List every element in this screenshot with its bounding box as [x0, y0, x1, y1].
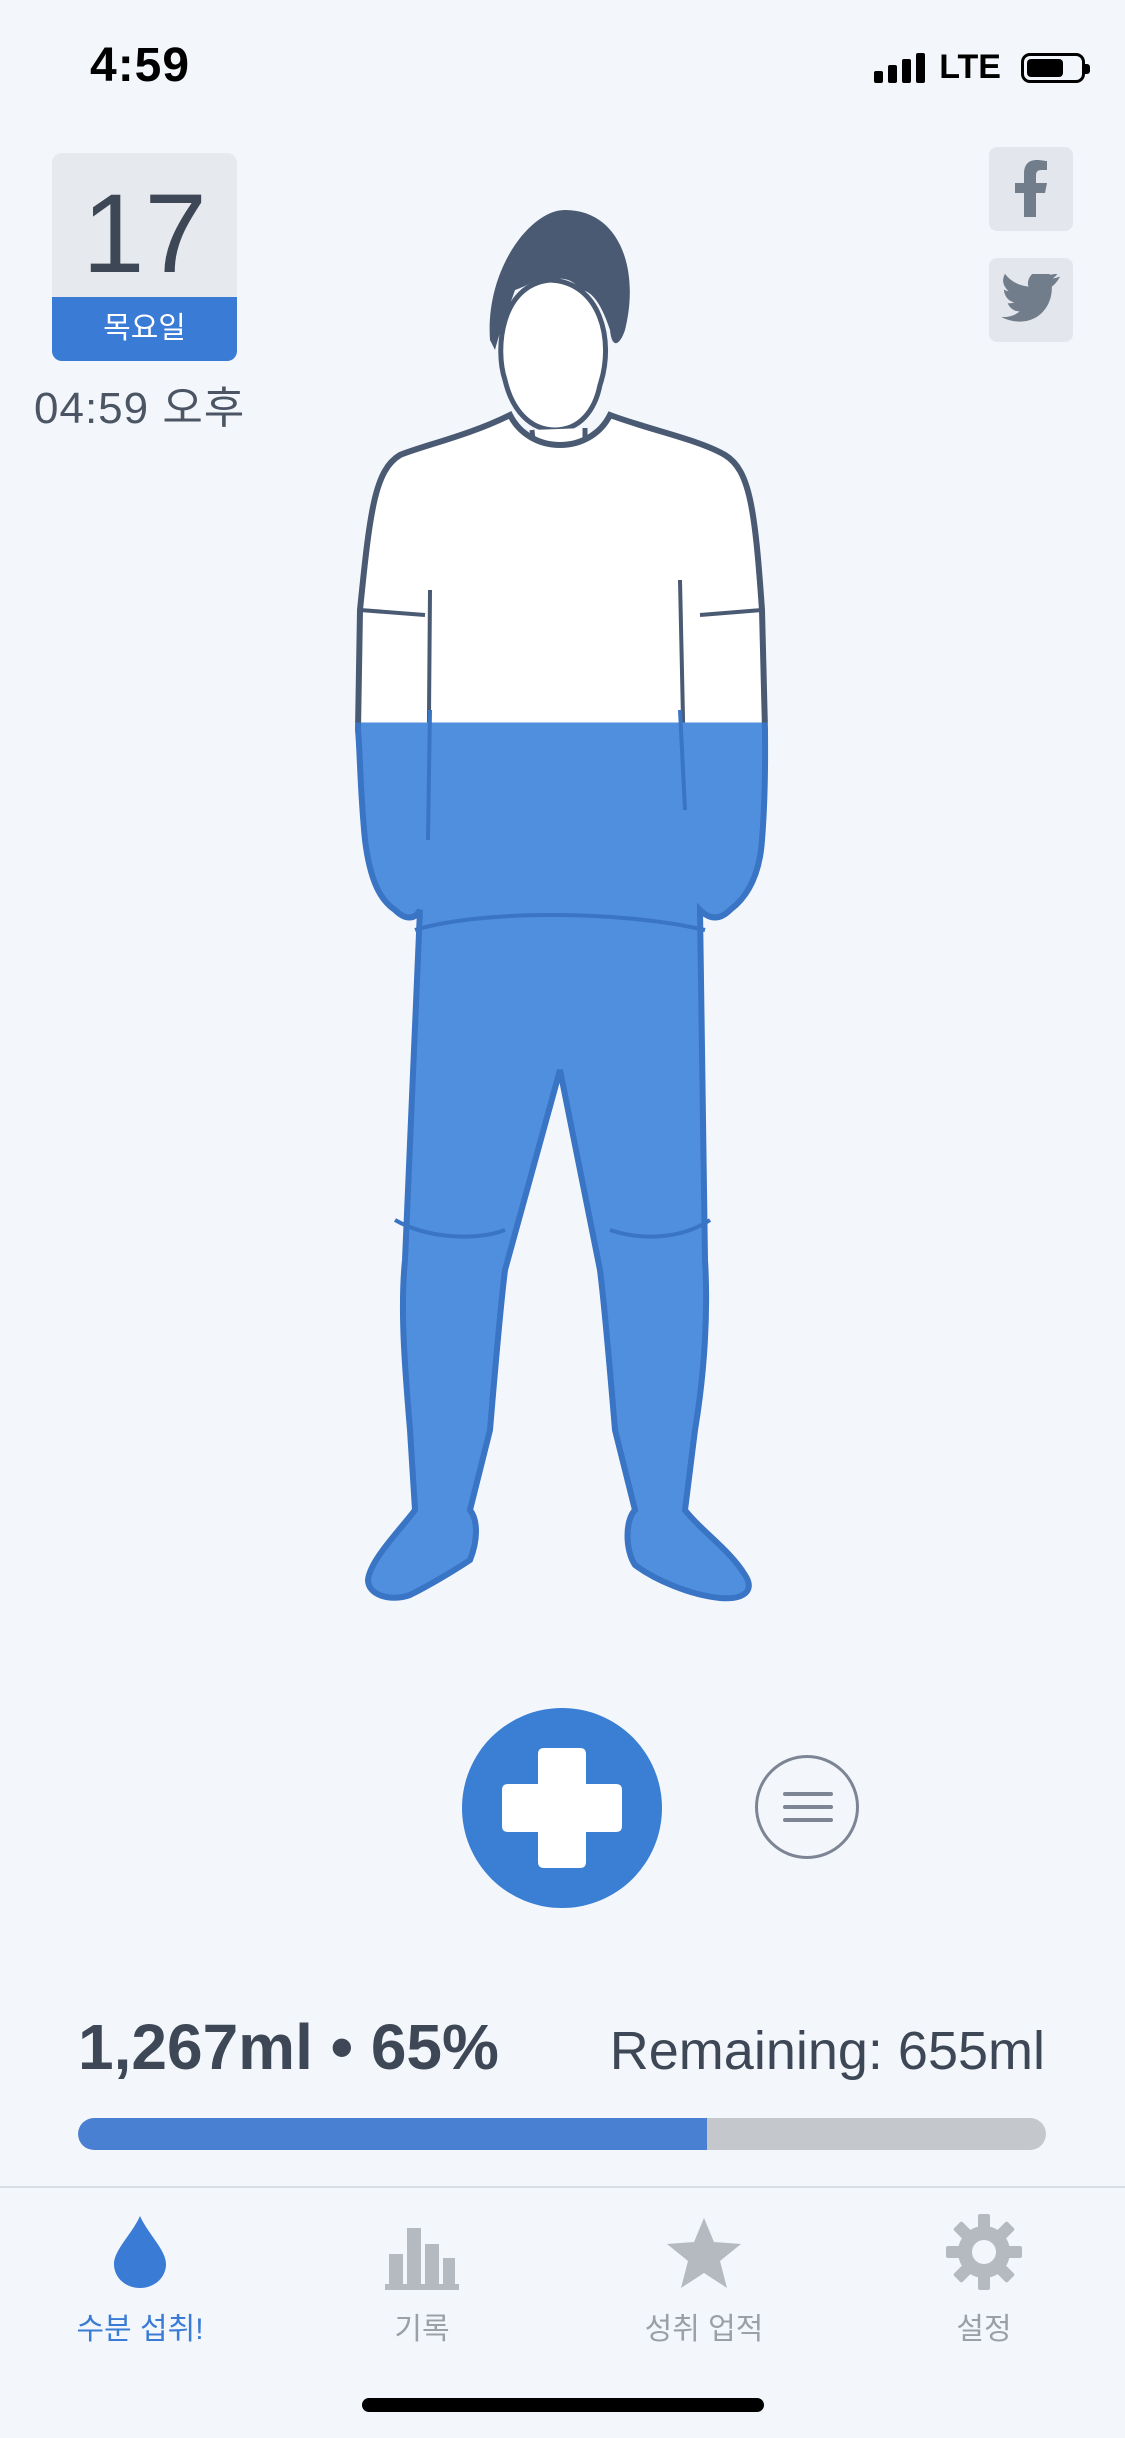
star-icon: [667, 2218, 741, 2288]
gear-icon: [946, 2214, 1022, 2290]
tab-label: 기록: [394, 2313, 450, 2346]
menu-button[interactable]: [755, 1755, 859, 1859]
status-time: 4:59: [90, 39, 191, 92]
facebook-share-button[interactable]: [989, 147, 1073, 231]
date-day-number: 17: [82, 171, 207, 296]
add-water-button[interactable]: [462, 1708, 662, 1908]
tab-history[interactable]: 기록: [322, 2200, 522, 2348]
current-time: 04:59 오후: [34, 384, 246, 433]
signal-icon: [874, 52, 926, 83]
body-figure: [354, 210, 769, 1602]
progress-fill: [78, 2118, 708, 2150]
network-label: LTE: [939, 48, 1001, 86]
twitter-share-button[interactable]: [989, 258, 1073, 342]
tab-settings[interactable]: 설정: [884, 2200, 1084, 2348]
tab-water-intake[interactable]: 수분 섭취!: [40, 2200, 240, 2348]
menu-icon: [783, 1792, 833, 1831]
facebook-icon: [1015, 160, 1047, 217]
intake-progress-bar: [78, 2118, 1046, 2150]
tab-label: 성취 업적: [644, 2313, 764, 2346]
tab-label: 설정: [956, 2313, 1012, 2346]
tab-label: 수분 섭취!: [76, 2313, 204, 2346]
plus-icon: [502, 1748, 622, 1868]
date-card: 17 목요일: [52, 153, 237, 361]
intake-summary: 1,267ml • 65%: [78, 2011, 499, 2083]
twitter-icon: [1001, 274, 1061, 322]
bar-chart-icon: [385, 2228, 459, 2290]
status-indicators: LTE: [874, 48, 1090, 87]
water-drop-icon: [114, 2216, 166, 2288]
battery-icon: [1021, 52, 1090, 83]
date-weekday: 목요일: [52, 297, 237, 361]
tab-achievements[interactable]: 성취 업적: [604, 2200, 804, 2348]
remaining-amount: Remaining: 655ml: [609, 2021, 1045, 2081]
home-indicator[interactable]: [362, 2398, 764, 2412]
